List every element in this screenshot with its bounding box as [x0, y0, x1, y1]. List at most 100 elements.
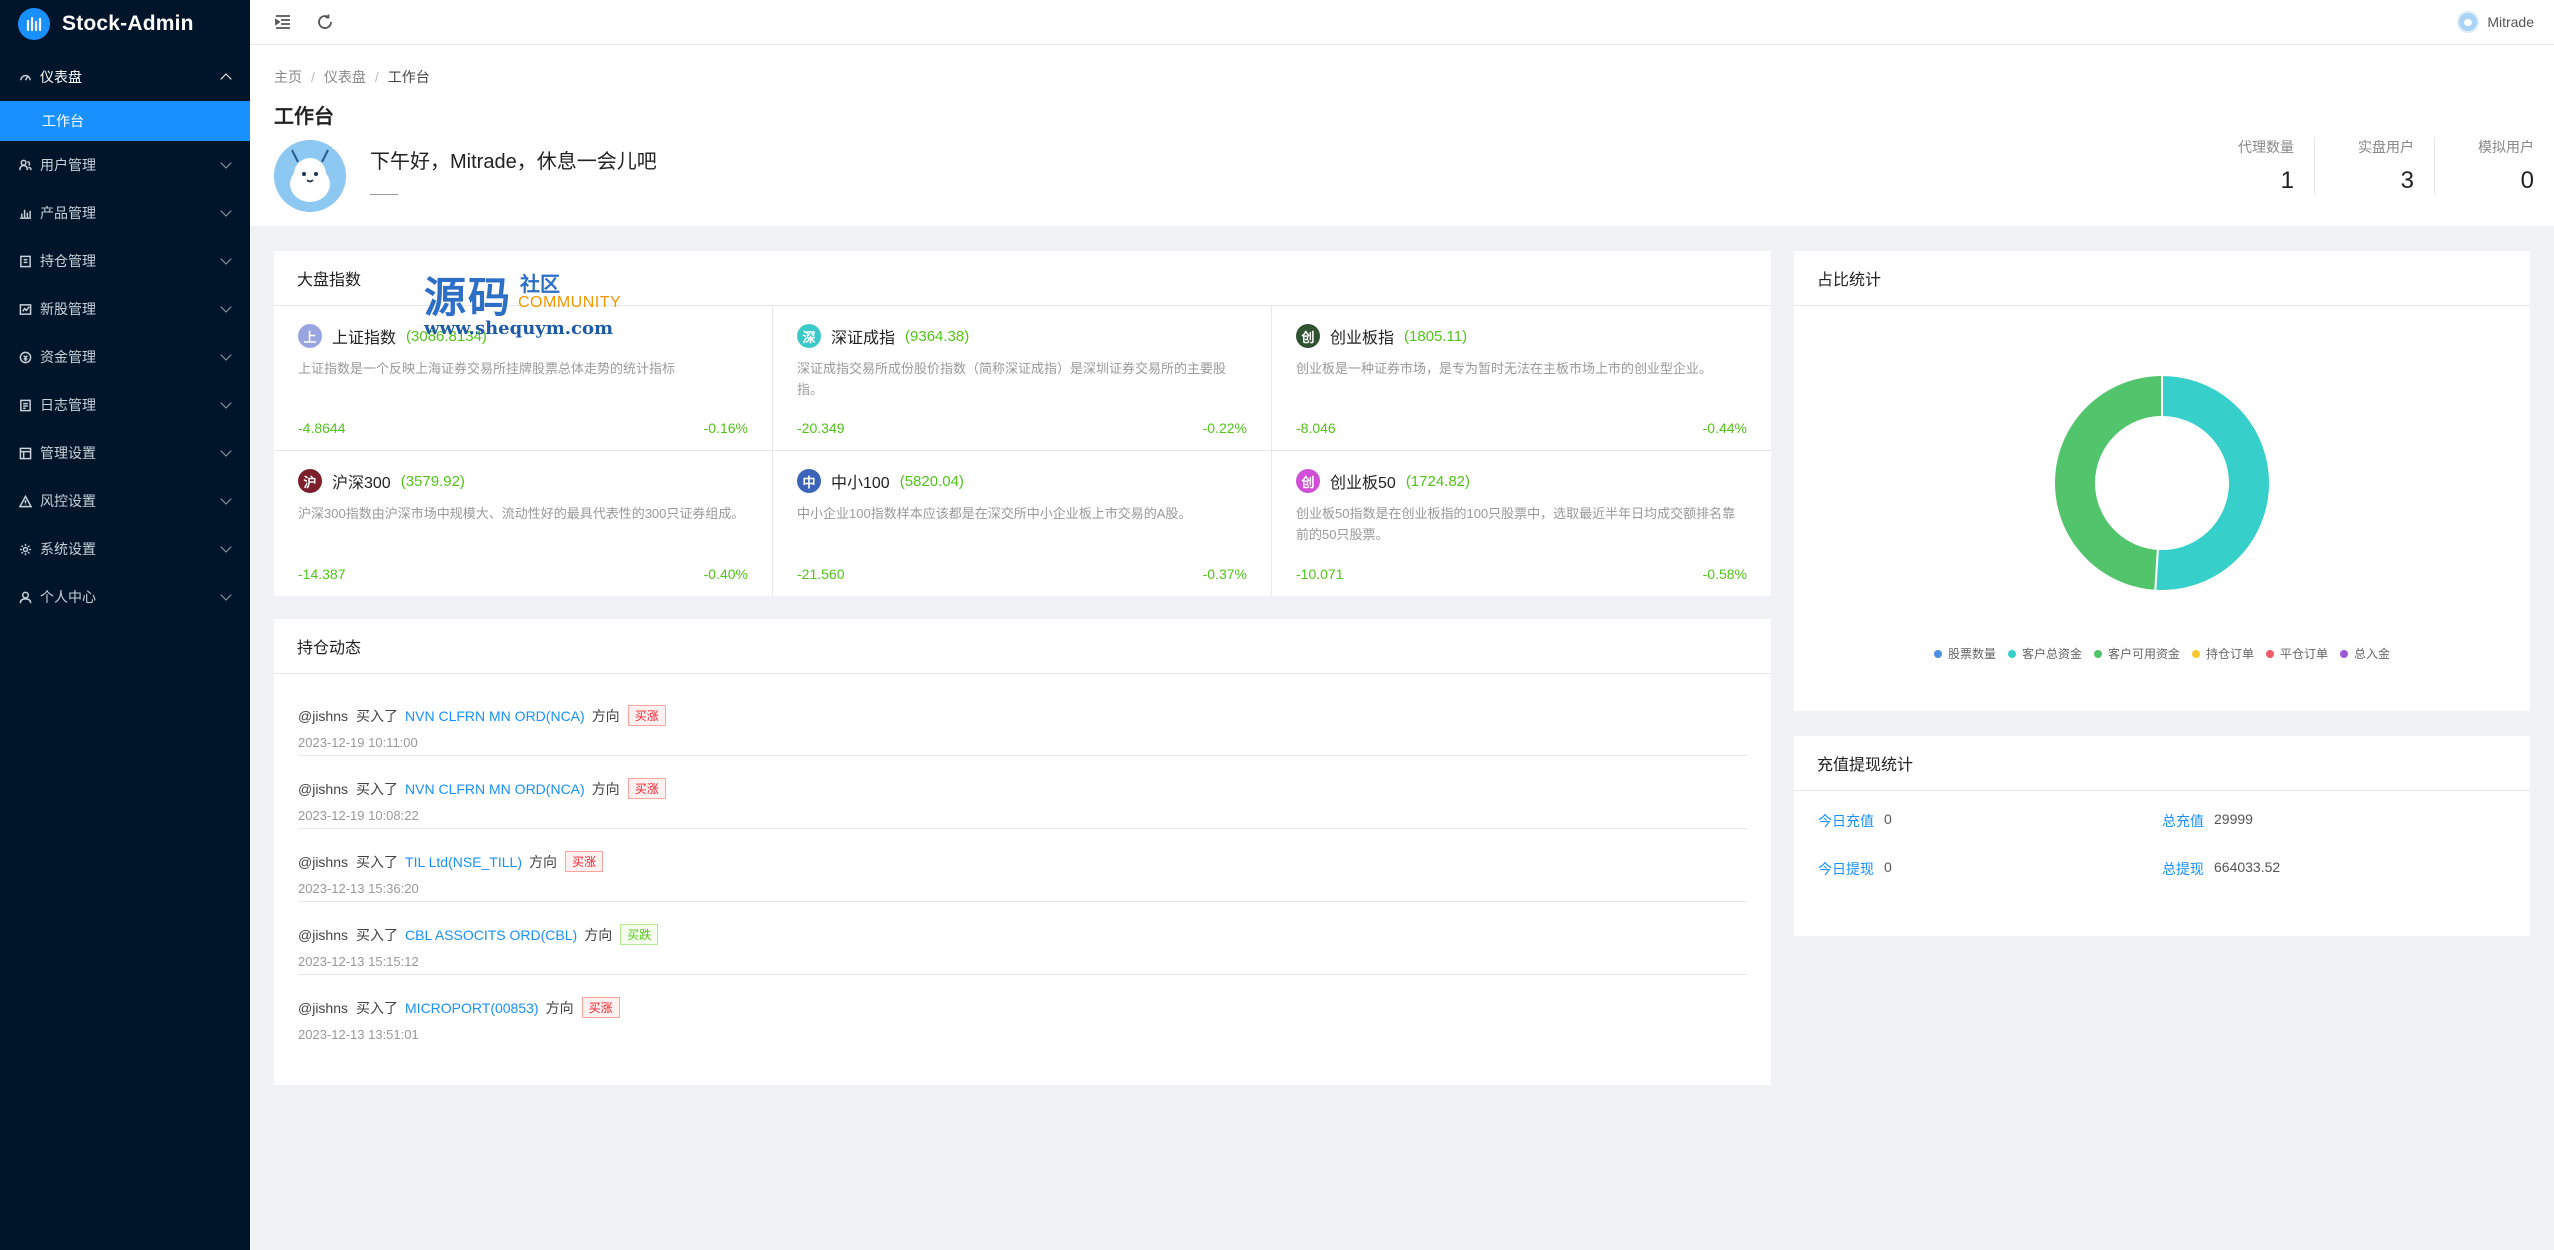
finance-label[interactable]: 今日充值	[1818, 811, 1874, 829]
position-stock-link[interactable]: NVN CLFRN MN ORD(NCA)	[405, 781, 585, 797]
legend-item[interactable]: 总入金	[2340, 645, 2390, 662]
breadcrumb: 主页 / 仪表盘 / 工作台	[274, 69, 430, 85]
index-value: (3579.92)	[400, 472, 465, 490]
positions-list: @jishns 买入了 NVN CLFRN MN ORD(NCA) 方向 买涨 2023-…	[274, 674, 1771, 1048]
ratio-title: 占比统计	[1794, 251, 2530, 306]
chevron-icon	[220, 445, 232, 457]
index-value: (1805.11)	[1404, 327, 1468, 345]
position-action: 买入了	[356, 707, 399, 724]
position-stock-link[interactable]: NVN CLFRN MN ORD(NCA)	[405, 708, 585, 724]
index-description: 中小企业100指数样本应该都是在深交所中小企业板上市交易的A股。	[797, 506, 1192, 521]
position-stock-link[interactable]: MICROPORT(00853)	[405, 1000, 539, 1016]
index-badge-icon: 深	[797, 324, 821, 348]
finance-label[interactable]: 今日提现	[1818, 859, 1874, 877]
sidebar-item-3[interactable]: 持仓管理	[0, 237, 250, 285]
index-change: -20.349	[797, 420, 845, 436]
index-card: 中中小100 (5820.04) 中小企业100指数样本应该都是在深交所中小企业板上…	[773, 451, 1272, 596]
position-time: 2023-12-13 15:15:12	[298, 954, 419, 969]
legend-label: 客户可用资金	[2107, 647, 2180, 661]
position-stock-link[interactable]: TIL Ltd(NSE_TILL)	[405, 854, 522, 870]
chevron-icon	[220, 157, 232, 169]
position-stock-link[interactable]: CBL ASSOCITS ORD(CBL)	[405, 927, 577, 943]
breadcrumb-home[interactable]: 主页	[274, 69, 302, 85]
sidebar-item-label: 管理设置	[40, 445, 96, 461]
ratio-donut-chart	[2053, 373, 2271, 592]
position-direction-tag: 买涨	[627, 705, 666, 726]
position-time: 2023-12-13 15:36:20	[298, 881, 419, 896]
stats-bar: 代理数量 1 实盘用户 3 模拟用户 0	[2194, 137, 2554, 195]
sidebar-item-5[interactable]: 资金管理	[0, 333, 250, 381]
legend-dot-icon	[2007, 649, 2016, 658]
list-item: @jishns 买入了 MICROPORT(00853) 方向 买涨 2023-12-13…	[298, 975, 1747, 1048]
sidebar-item-label: 资金管理	[40, 349, 96, 365]
admin-settings-icon	[18, 446, 32, 460]
stat-1: 实盘用户 3	[2314, 137, 2434, 195]
position-direction-tag: 买涨	[627, 778, 666, 799]
list-item: @jishns 买入了 CBL ASSOCITS ORD(CBL) 方向 买跌 2023-…	[298, 902, 1747, 975]
index-value: (5820.04)	[899, 472, 964, 490]
legend-item[interactable]: 股票数量	[1933, 645, 1996, 662]
index-change-percent: -0.40%	[703, 566, 748, 582]
stat-value: 1	[2280, 167, 2294, 194]
legend-item[interactable]: 客户总资金	[2007, 645, 2082, 662]
donut-slice-1[interactable]	[2154, 373, 2271, 592]
sidebar-item-0[interactable]: 仪表盘	[0, 53, 250, 101]
finance-value: 664033.52	[2214, 859, 2281, 875]
index-change-percent: -0.44%	[1702, 420, 1747, 436]
position-action: 买入了	[356, 999, 399, 1016]
finance-value: 0	[1884, 811, 1892, 827]
index-card: 创创业板50 (1724.82) 创业板50指数是在创业板指的100只股票中，选取最…	[1272, 451, 1771, 596]
breadcrumb-dashboard[interactable]: 仪表盘	[324, 69, 366, 85]
user-icon	[18, 590, 32, 604]
sidebar-item-9[interactable]: 系统设置	[0, 525, 250, 573]
sidebar-subitem-workbench[interactable]: 工作台	[0, 101, 250, 141]
finance-item: 总提现 664033.52	[2162, 859, 2506, 877]
position-time: 2023-12-19 10:11:00	[298, 735, 418, 750]
index-change: -4.8644	[298, 420, 346, 436]
index-name: 深证成指	[831, 330, 896, 347]
finance-label[interactable]: 总充值	[2162, 811, 2204, 829]
index-description: 沪深300指数由沪深市场中规模大、流动性好的最具代表性的300只证券组成。	[298, 506, 745, 521]
sidebar-item-6[interactable]: 日志管理	[0, 381, 250, 429]
user-menu[interactable]: Mitrade	[2457, 0, 2534, 44]
new-stock-icon	[18, 302, 32, 316]
position-user: @jishns	[298, 853, 349, 870]
user-avatar	[274, 140, 346, 212]
position-direction-label: 方向	[591, 707, 620, 724]
sidebar-item-10[interactable]: 个人中心	[0, 573, 250, 621]
index-name: 创业板50	[1330, 475, 1396, 492]
position-time: 2023-12-19 10:08:22	[298, 808, 419, 823]
refresh-icon[interactable]	[316, 13, 334, 31]
sidebar-item-4[interactable]: 新股管理	[0, 285, 250, 333]
index-description: 创业板是一种证券市场，是专为暂时无法在主板市场上市的创业型企业。	[1296, 361, 1713, 376]
position-user: @jishns	[298, 780, 349, 797]
index-change: -10.071	[1296, 566, 1344, 582]
finance-item: 今日充值 0	[1818, 811, 2162, 829]
chevron-icon	[220, 205, 232, 217]
index-name: 上证指数	[332, 330, 397, 347]
sidebar-item-2[interactable]: 产品管理	[0, 189, 250, 237]
legend-item[interactable]: 客户可用资金	[2093, 645, 2180, 662]
sidebar-item-label: 系统设置	[40, 541, 96, 557]
finance-label[interactable]: 总提现	[2162, 859, 2204, 877]
donut-slice-2[interactable]	[2053, 373, 2163, 592]
app-logo[interactable]: Stock-Admin	[0, 0, 250, 48]
index-badge-icon: 创	[1296, 324, 1320, 348]
legend-item[interactable]: 持仓订单	[2192, 645, 2254, 662]
position-direction-label: 方向	[545, 999, 574, 1016]
positions-card: 持仓动态 @jishns 买入了 NVN CLFRN MN ORD(NCA) 方向 买涨…	[274, 619, 1771, 1085]
list-item: @jishns 买入了 NVN CLFRN MN ORD(NCA) 方向 买涨 2023-…	[298, 683, 1747, 756]
menu-collapse-icon[interactable]	[274, 13, 292, 31]
sidebar-item-1[interactable]: 用户管理	[0, 141, 250, 189]
sidebar-item-8[interactable]: 风控设置	[0, 477, 250, 525]
sidebar-item-7[interactable]: 管理设置	[0, 429, 250, 477]
finance-item: 今日提现 0	[1818, 859, 2162, 877]
legend-label: 总入金	[2354, 647, 2391, 661]
chevron-icon	[220, 73, 232, 85]
users-icon	[18, 158, 32, 172]
finance-grid: 今日充值 0 总充值 29999 今日提现 0 总提现 664033.52	[1794, 791, 2530, 877]
legend-item[interactable]: 平仓订单	[2266, 645, 2328, 662]
index-change: -21.560	[797, 566, 845, 582]
sidebar-item-label: 日志管理	[40, 397, 96, 413]
position-user: @jishns	[298, 999, 349, 1016]
